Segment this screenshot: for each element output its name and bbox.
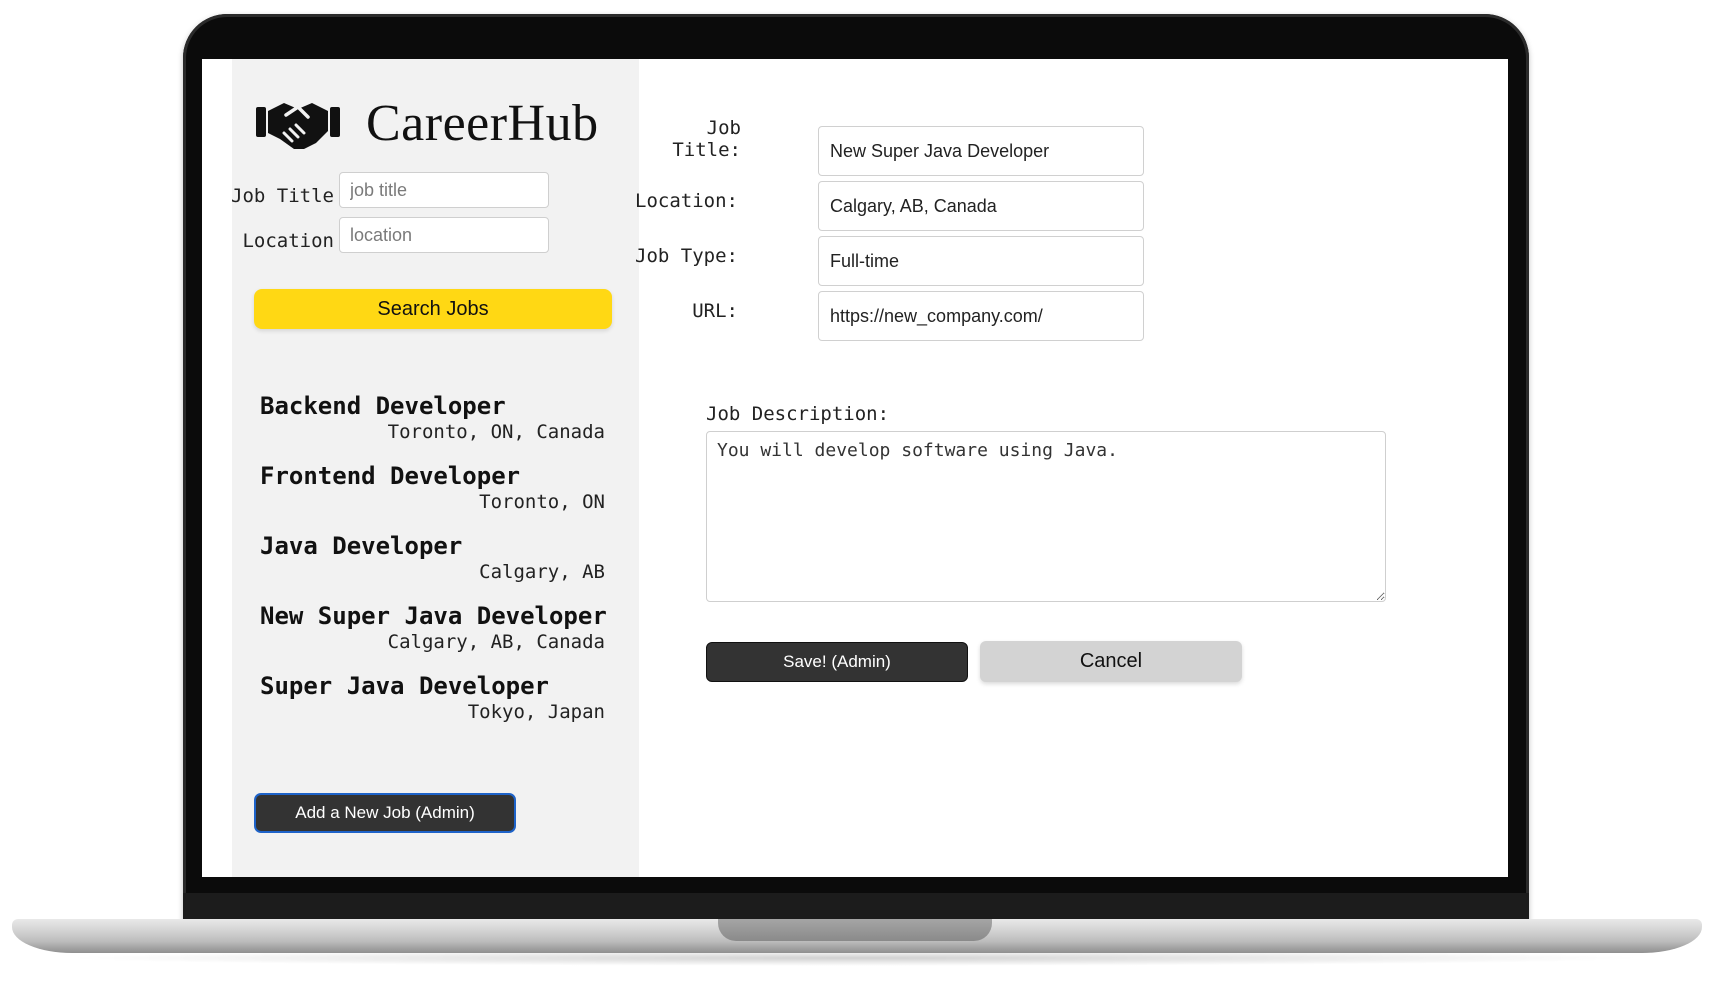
- job-item-location: Tokyo, Japan: [467, 701, 605, 723]
- job-title-field-label: Job Title:: [631, 117, 741, 161]
- job-item-title: Backend Developer: [260, 392, 506, 420]
- job-item-location: Toronto, ON, Canada: [387, 421, 605, 443]
- url-field[interactable]: [818, 291, 1144, 341]
- location-search-label: Location: [242, 230, 334, 252]
- add-new-job-button[interactable]: Add a New Job (Admin): [254, 793, 516, 833]
- job-title-search-input[interactable]: [339, 172, 549, 208]
- location-search-input[interactable]: [339, 217, 549, 253]
- job-list-item[interactable]: Super Java Developer Tokyo, Japan: [260, 672, 605, 742]
- cancel-button[interactable]: Cancel: [980, 641, 1242, 682]
- job-title-label-line2: Title:: [672, 139, 741, 161]
- save-admin-button[interactable]: Save! (Admin): [706, 642, 968, 682]
- job-type-field-label: Job Type:: [635, 245, 738, 267]
- job-list: Backend Developer Toronto, ON, Canada Fr…: [260, 392, 607, 742]
- handshake-icon: [256, 103, 340, 149]
- laptop-hinge: [183, 893, 1529, 921]
- job-description-label: Job Description:: [706, 403, 890, 425]
- search-jobs-button[interactable]: Search Jobs: [254, 289, 612, 329]
- location-field-label: Location:: [635, 190, 738, 212]
- job-item-location: Calgary, AB, Canada: [387, 631, 605, 653]
- job-list-item[interactable]: Java Developer Calgary, AB: [260, 532, 605, 602]
- job-item-location: Calgary, AB: [479, 561, 605, 583]
- job-type-field[interactable]: [818, 236, 1144, 286]
- job-item-title: Super Java Developer: [260, 672, 549, 700]
- job-list-item[interactable]: Frontend Developer Toronto, ON: [260, 462, 605, 532]
- location-field[interactable]: [818, 181, 1144, 231]
- job-item-title: Java Developer: [260, 532, 463, 560]
- url-field-label: URL:: [692, 300, 738, 322]
- job-item-title: New Super Java Developer: [260, 602, 607, 630]
- job-list-item[interactable]: Backend Developer Toronto, ON, Canada: [260, 392, 605, 462]
- brand-name: CareerHub: [366, 94, 599, 152]
- job-title-search-label: Job Title: [231, 185, 334, 207]
- job-item-location: Toronto, ON: [479, 491, 605, 513]
- job-title-label-line1: Job: [706, 117, 741, 139]
- job-title-field[interactable]: [818, 126, 1144, 176]
- app-screen: CareerHub Job Title Location Search Jobs…: [202, 59, 1508, 877]
- brand-logo: CareerHub: [254, 93, 599, 153]
- laptop-notch: [718, 919, 992, 941]
- job-description-textarea[interactable]: You will develop software using Java.: [706, 431, 1386, 602]
- sidebar: CareerHub Job Title Location Search Jobs…: [231, 59, 639, 877]
- job-item-title: Frontend Developer: [260, 462, 521, 490]
- job-list-item[interactable]: New Super Java Developer Calgary, AB, Ca…: [260, 602, 607, 672]
